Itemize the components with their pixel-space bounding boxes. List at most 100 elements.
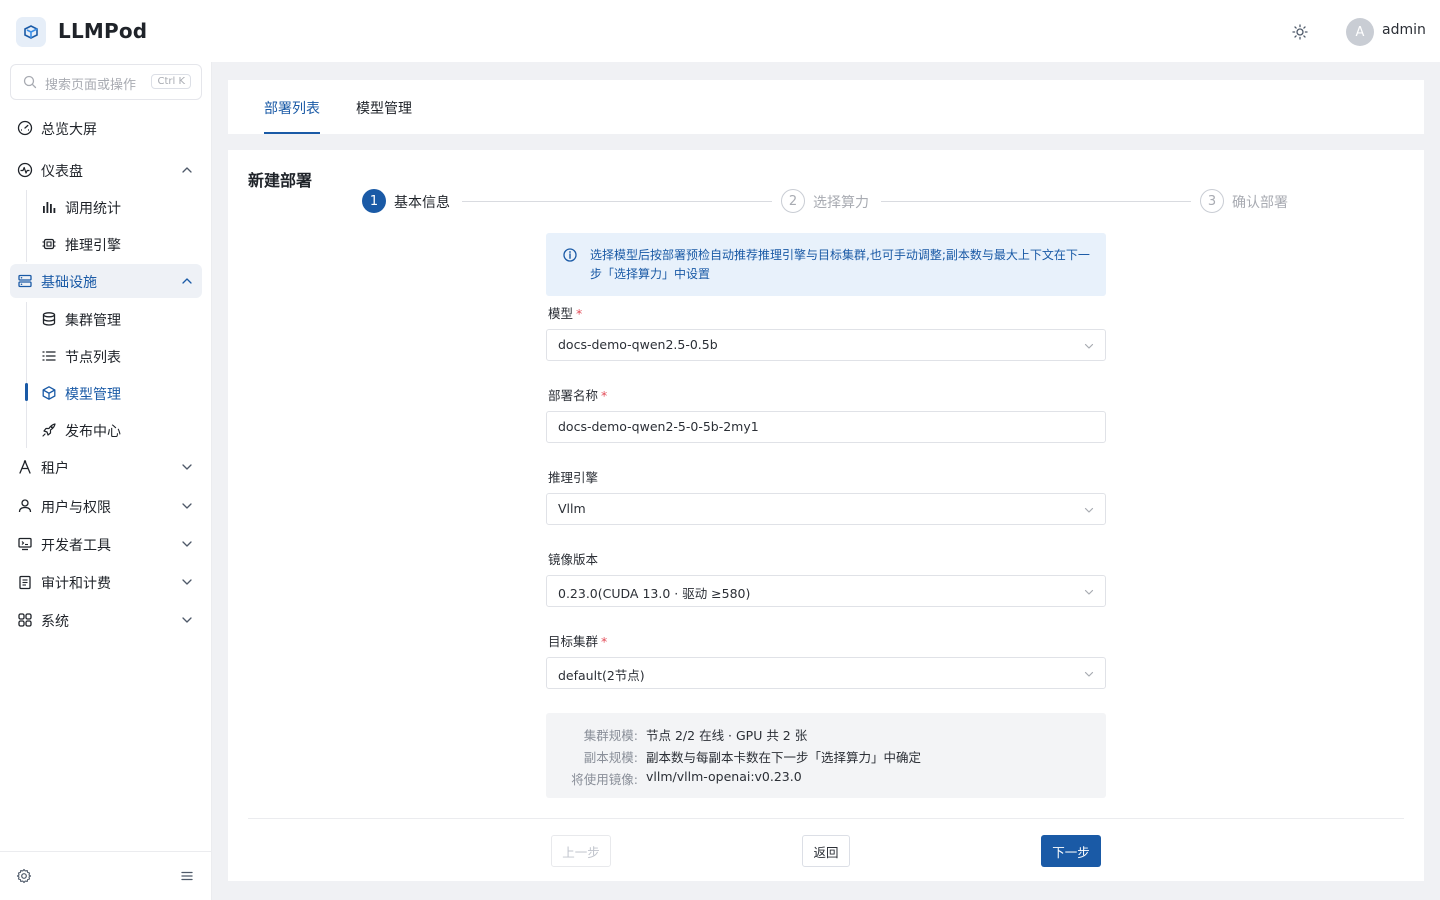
username-label[interactable]: admin bbox=[1382, 22, 1426, 38]
model-field-label: 模型 * bbox=[548, 306, 583, 321]
sun-icon bbox=[1292, 24, 1308, 40]
clipboard-icon bbox=[17, 574, 33, 590]
bar-chart-icon bbox=[41, 199, 57, 215]
settings-gear-icon[interactable] bbox=[16, 868, 32, 884]
chevron-down-icon bbox=[182, 617, 192, 623]
search-input[interactable]: 搜索页面或操作 Ctrl K bbox=[10, 64, 202, 100]
logo-icon bbox=[24, 25, 38, 39]
sidebar-item-label: 模型管理 bbox=[65, 387, 121, 403]
chevron-up-icon bbox=[182, 167, 192, 173]
footer-divider bbox=[248, 818, 1404, 819]
collapse-menu-icon[interactable] bbox=[180, 869, 194, 883]
step-connector bbox=[462, 201, 772, 202]
required-mark: * bbox=[601, 388, 608, 403]
tab-model-management[interactable]: 模型管理 bbox=[356, 98, 412, 118]
alert-text: 选择模型后按部署预检自动推荐推理引擎与目标集群,也可手动调整;副本数与最大上下文… bbox=[590, 248, 1090, 281]
sidebar-item-label: 推理引擎 bbox=[65, 238, 121, 254]
chevron-down-icon bbox=[182, 579, 192, 585]
image-version-select[interactable]: 0.23.0(CUDA 13.0 · 驱动 ≥580) bbox=[546, 575, 1106, 607]
chevron-down-icon bbox=[1084, 589, 1094, 595]
sidebar-item-label: 系统 bbox=[41, 614, 69, 630]
chevron-down-icon bbox=[1084, 343, 1094, 349]
sidebar-item-label: 开发者工具 bbox=[41, 538, 111, 554]
top-header: LLMPod A admin bbox=[0, 0, 1440, 62]
sidebar-item-users-permissions[interactable]: 用户与权限 bbox=[10, 489, 202, 523]
activity-icon bbox=[17, 162, 33, 178]
search-icon bbox=[23, 75, 37, 89]
new-deployment-card: 新建部署 1 基本信息 2 选择算力 3 确认部署 选择模型后按部署预检自动推荐… bbox=[228, 150, 1424, 881]
search-shortcut-badge: Ctrl K bbox=[151, 74, 191, 89]
target-cluster-select[interactable]: default(2节点) bbox=[546, 657, 1106, 689]
summary-row: 将使用镜像: vllm/vllm-openai:v0.23.0 bbox=[546, 769, 1106, 789]
step-3-label: 确认部署 bbox=[1232, 195, 1288, 211]
sidebar-item-label: 调用统计 bbox=[65, 201, 121, 217]
user-avatar[interactable]: A bbox=[1346, 18, 1374, 46]
model-select-value: docs-demo-qwen2.5-0.5b bbox=[558, 337, 718, 352]
info-alert: 选择模型后按部署预检自动推荐推理引擎与目标集群,也可手动调整;副本数与最大上下文… bbox=[546, 233, 1106, 296]
sidebar-item-label: 集群管理 bbox=[65, 313, 121, 329]
next-step-button[interactable]: 下一步 bbox=[1041, 835, 1101, 867]
database-icon bbox=[41, 311, 57, 327]
tree-guide-line bbox=[26, 302, 27, 448]
chevron-down-icon bbox=[182, 541, 192, 547]
sidebar-item-label: 总览大屏 bbox=[41, 122, 97, 138]
cluster-summary-box: 集群规模: 节点 2/2 在线 · GPU 共 2 张 副本规模: 副本数与每副… bbox=[546, 713, 1106, 798]
tabs-bar: 部署列表 模型管理 bbox=[228, 80, 1424, 134]
app-name[interactable]: LLMPod bbox=[58, 19, 147, 43]
summary-value: vllm/vllm-openai:v0.23.0 bbox=[646, 769, 802, 784]
sidebar-item-audit-billing[interactable]: 审计和计费 bbox=[10, 565, 202, 599]
step-2-indicator: 2 bbox=[781, 189, 805, 213]
step-1-indicator: 1 bbox=[362, 189, 386, 213]
sidebar-item-inference-engine[interactable]: 推理引擎 bbox=[36, 227, 202, 261]
required-mark: * bbox=[576, 306, 583, 321]
target-cluster-field-label: 目标集群 * bbox=[548, 634, 608, 649]
sidebar-item-infrastructure[interactable]: 基础设施 bbox=[10, 264, 202, 298]
sidebar-item-dashboard[interactable]: 仪表盘 bbox=[10, 153, 202, 187]
sidebar-item-overview[interactable]: 总览大屏 bbox=[10, 111, 202, 145]
engine-field-label: 推理引擎 bbox=[548, 470, 599, 485]
theme-toggle-button[interactable] bbox=[1288, 20, 1312, 44]
summary-row: 集群规模: 节点 2/2 在线 · GPU 共 2 张 bbox=[546, 725, 1106, 745]
target-cluster-value: default(2节点) bbox=[558, 668, 645, 683]
sidebar-item-system[interactable]: 系统 bbox=[10, 603, 202, 637]
dev-tools-icon bbox=[17, 536, 33, 552]
sidebar-item-developer-tools[interactable]: 开发者工具 bbox=[10, 527, 202, 561]
deploy-name-input[interactable]: docs-demo-qwen2-5-0-5b-2my1 bbox=[546, 411, 1106, 443]
summary-key: 集群规模: bbox=[583, 728, 638, 743]
server-icon bbox=[17, 273, 33, 289]
model-select[interactable]: docs-demo-qwen2.5-0.5b bbox=[546, 329, 1106, 361]
sidebar-item-call-stats[interactable]: 调用统计 bbox=[36, 190, 202, 224]
chevron-down-icon bbox=[182, 464, 192, 470]
image-version-value: 0.23.0(CUDA 13.0 · 驱动 ≥580) bbox=[558, 586, 751, 601]
active-indicator bbox=[25, 383, 28, 401]
sidebar-item-node-list[interactable]: 节点列表 bbox=[36, 339, 202, 373]
step-connector bbox=[881, 201, 1191, 202]
summary-row: 副本规模: 副本数与每副本卡数在下一步「选择算力」中确定 bbox=[546, 747, 1106, 767]
sidebar-item-label: 基础设施 bbox=[41, 275, 97, 291]
prev-step-button[interactable]: 上一步 bbox=[551, 835, 611, 867]
image-version-field-label: 镜像版本 bbox=[548, 552, 599, 567]
tab-deployment-list[interactable]: 部署列表 bbox=[264, 98, 320, 134]
engine-select[interactable]: Vllm bbox=[546, 493, 1106, 525]
sidebar-item-label: 仪表盘 bbox=[41, 164, 83, 180]
tenant-icon bbox=[17, 459, 33, 475]
info-icon bbox=[563, 248, 577, 262]
chip-icon bbox=[41, 236, 57, 252]
chevron-down-icon bbox=[1084, 507, 1094, 513]
sidebar-item-tenant[interactable]: 租户 bbox=[10, 450, 202, 484]
list-icon bbox=[41, 348, 57, 364]
step-3-indicator: 3 bbox=[1200, 189, 1224, 213]
search-placeholder: 搜索页面或操作 bbox=[45, 78, 137, 93]
back-button[interactable]: 返回 bbox=[802, 835, 850, 867]
sidebar-footer bbox=[0, 851, 212, 900]
app-logo[interactable] bbox=[16, 17, 46, 47]
sidebar-item-model-management[interactable]: 模型管理 bbox=[36, 376, 202, 410]
summary-value: 副本数与每副本卡数在下一步「选择算力」中确定 bbox=[646, 750, 922, 765]
chevron-down-icon bbox=[182, 503, 192, 509]
deploy-name-value: docs-demo-qwen2-5-0-5b-2my1 bbox=[558, 419, 759, 434]
sidebar-item-cluster-management[interactable]: 集群管理 bbox=[36, 302, 202, 336]
engine-select-value: Vllm bbox=[558, 501, 586, 516]
sidebar-item-label: 租户 bbox=[41, 461, 69, 477]
tree-guide-line bbox=[26, 190, 27, 262]
sidebar-item-release-center[interactable]: 发布中心 bbox=[36, 413, 202, 447]
